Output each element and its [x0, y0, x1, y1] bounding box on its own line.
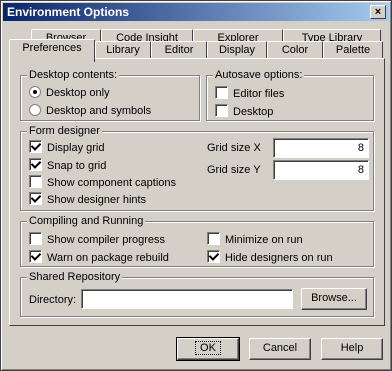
minimize-on-run-label: Minimize on run [225, 234, 303, 246]
browse-button[interactable]: Browse... [301, 288, 367, 310]
grid-size-x-input[interactable]: 8 [273, 138, 369, 158]
desktop-and-symbols-label: Desktop and symbols [46, 105, 152, 117]
show-component-captions-checkbox[interactable]: Show component captions [29, 175, 176, 189]
window-title: Environment Options [7, 5, 130, 19]
checkbox-unchecked-icon [215, 86, 228, 99]
warn-on-package-rebuild-label: Warn on package rebuild [47, 252, 169, 264]
hide-designers-on-run-checkbox[interactable]: Hide designers on run [207, 250, 333, 264]
grid-size-x-label: Grid size X [207, 142, 261, 154]
show-compiler-progress-checkbox[interactable]: Show compiler progress [29, 232, 165, 246]
cancel-button[interactable]: Cancel [249, 338, 311, 360]
shared-repository-label: Shared Repository [27, 270, 123, 284]
shared-repository-group: Shared Repository Directory: Browse... [20, 270, 374, 317]
directory-input[interactable] [81, 289, 293, 309]
preferences-panel: Desktop contents: Desktop only Desktop a… [9, 58, 385, 326]
ok-label: OK [195, 341, 221, 355]
warn-on-package-rebuild-checkbox[interactable]: Warn on package rebuild [29, 250, 169, 264]
desktop-and-symbols-radio[interactable]: Desktop and symbols [29, 104, 151, 118]
environment-options-dialog: Environment Options × Browser Code Insig… [0, 0, 392, 371]
desktop-only-label: Desktop only [46, 87, 110, 99]
autosave-options-group: Autosave options: Editor files Desktop [206, 68, 374, 121]
display-grid-checkbox[interactable]: Display grid [29, 140, 104, 154]
tab-preferences[interactable]: Preferences [9, 39, 95, 62]
directory-label: Directory: [29, 294, 77, 306]
checkbox-unchecked-icon [215, 104, 228, 117]
compiling-and-running-label: Compiling and Running [27, 214, 146, 228]
checkbox-unchecked-icon [29, 232, 42, 245]
desktop-contents-label: Desktop contents: [27, 68, 120, 82]
editor-files-checkbox[interactable]: Editor files [215, 86, 284, 100]
show-designer-hints-checkbox[interactable]: Show designer hints [29, 192, 146, 206]
compiling-and-running-group: Compiling and Running Show compiler prog… [20, 214, 374, 267]
checkbox-checked-icon [29, 158, 42, 171]
checkbox-checked-icon [29, 140, 42, 153]
ok-button[interactable]: OK [176, 337, 240, 361]
checkbox-checked-icon [29, 192, 42, 205]
checkbox-checked-icon [207, 250, 220, 263]
desktop-contents-group: Desktop contents: Desktop only Desktop a… [20, 68, 200, 121]
show-component-captions-label: Show component captions [47, 177, 177, 189]
form-designer-group: Form designer Display grid Snap to grid … [20, 124, 374, 211]
grid-size-y-label: Grid size Y [207, 164, 261, 176]
snap-to-grid-label: Snap to grid [47, 160, 107, 172]
close-button[interactable]: × [370, 5, 386, 19]
radio-selected-icon [29, 86, 41, 98]
autosave-options-label: Autosave options: [213, 68, 305, 82]
checkbox-unchecked-icon [29, 175, 42, 188]
show-compiler-progress-label: Show compiler progress [47, 234, 165, 246]
desktop-label: Desktop [233, 106, 274, 118]
grid-size-y-input[interactable]: 8 [273, 160, 369, 180]
minimize-on-run-checkbox[interactable]: Minimize on run [207, 232, 303, 246]
help-button[interactable]: Help [321, 338, 383, 360]
title-bar: Environment Options × [3, 3, 389, 21]
desktop-only-radio[interactable]: Desktop only [29, 86, 110, 100]
editor-files-label: Editor files [233, 88, 285, 100]
hide-designers-on-run-label: Hide designers on run [225, 252, 333, 264]
radio-empty-icon [29, 104, 41, 116]
checkbox-checked-icon [29, 250, 42, 263]
desktop-checkbox[interactable]: Desktop [215, 104, 273, 118]
snap-to-grid-checkbox[interactable]: Snap to grid [29, 158, 106, 172]
display-grid-label: Display grid [47, 142, 105, 154]
checkbox-unchecked-icon [207, 232, 220, 245]
show-designer-hints-label: Show designer hints [47, 194, 147, 206]
form-designer-label: Form designer [27, 124, 102, 138]
